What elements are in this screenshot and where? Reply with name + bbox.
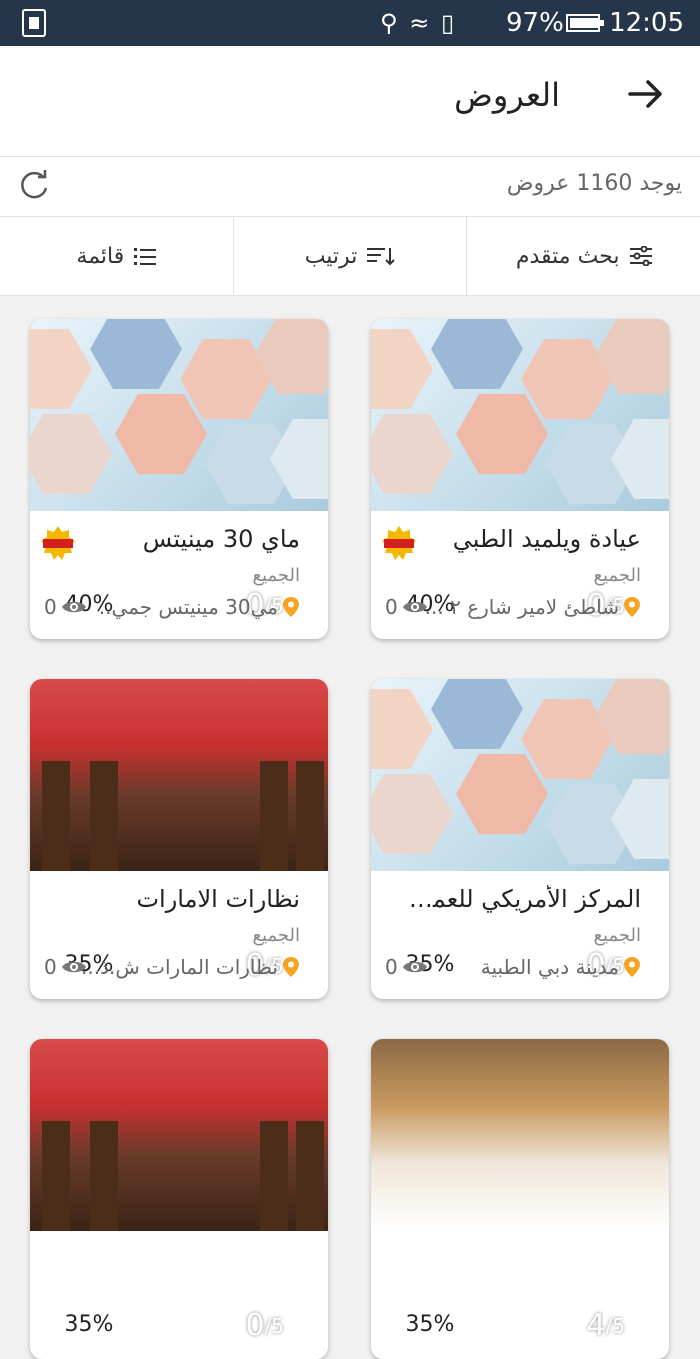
location-pin-icon xyxy=(283,597,299,617)
discount-badge: 35% xyxy=(50,1303,128,1345)
offer-card[interactable]: 35% 0/5 نظارات الامارات الجميع نظارات المارا… xyxy=(30,679,328,999)
battery-icon xyxy=(566,14,604,32)
view-count-value: 0 xyxy=(385,595,398,619)
offer-name: ماي 30 مينيتس xyxy=(142,525,300,553)
collage-tile xyxy=(371,414,453,494)
offer-name: عيادة ويلميد الطبي xyxy=(452,525,641,553)
rating-value: 0 xyxy=(245,1308,265,1343)
eye-icon xyxy=(402,601,427,613)
store-shelf xyxy=(296,1121,324,1231)
location-pin-icon xyxy=(624,957,640,977)
offer-category: الجميع xyxy=(252,565,300,586)
offer-category: الجميع xyxy=(593,565,641,586)
results-bar: يوجد 1160 عروض xyxy=(0,157,700,217)
store-shelf xyxy=(260,1121,288,1231)
rating-scale: /5 xyxy=(605,1313,625,1338)
collage-tile xyxy=(456,754,548,834)
offer-category: الجميع xyxy=(593,925,641,946)
filter-bar: قائمة ترتيب بحث متقدم xyxy=(0,217,700,296)
offer-image xyxy=(371,1039,669,1231)
view-count-value: 0 xyxy=(385,955,398,979)
sort-icon xyxy=(367,248,396,266)
app-bar: العروض xyxy=(0,46,700,157)
battery-percent: 97% xyxy=(506,8,564,38)
location-text: مي30 مينيتس جمي.. xyxy=(98,595,278,619)
star-icon xyxy=(631,1313,655,1336)
advanced-search-button[interactable]: بحث متقدم xyxy=(466,217,700,295)
back-arrow-icon[interactable] xyxy=(626,74,666,114)
collage-tile xyxy=(371,689,433,769)
collage-tile xyxy=(371,774,453,854)
offer-card[interactable]: 35% 4/5 xyxy=(371,1039,669,1359)
discount-badge: 35% xyxy=(391,1303,469,1345)
collage-tile xyxy=(456,394,548,474)
clock: 12:05 xyxy=(609,8,684,38)
refresh-icon[interactable] xyxy=(16,168,52,204)
view-count: 0 xyxy=(44,595,87,619)
view-count-value: 0 xyxy=(44,595,57,619)
store-shelf xyxy=(42,761,70,871)
offer-location: شاطئ لامير شارع ٢ ... xyxy=(425,595,641,619)
store-shelf xyxy=(42,1121,70,1231)
offer-location: مدينة دبي الطبية xyxy=(481,955,641,979)
offer-location: نظارات المارات ش.ذ... xyxy=(81,955,300,979)
store-shelf xyxy=(90,761,118,871)
collage-tile xyxy=(30,414,112,494)
rating: 4/5 xyxy=(586,1308,657,1343)
collage-tile xyxy=(115,394,207,474)
offer-card[interactable]: 40% 0/5 ماي 30 مينيتس الجميع مي30 مينيتس جمي… xyxy=(30,319,328,639)
list-view-button[interactable]: قائمة xyxy=(0,217,233,295)
view-count: 0 xyxy=(385,955,428,979)
collage-tile xyxy=(90,319,182,389)
offer-card[interactable]: 35% 0/5 xyxy=(30,1039,328,1359)
offer-image xyxy=(371,679,669,871)
view-count: 0 xyxy=(385,595,428,619)
location-pin-icon xyxy=(624,597,640,617)
offer-card[interactable]: 35% 0/5 المركز الأمريكي للعمود ... الجميع مد… xyxy=(371,679,669,999)
location-text: مدينة دبي الطبية xyxy=(480,955,619,979)
offer-image xyxy=(30,319,328,511)
offer-image xyxy=(30,679,328,871)
signal-icons: ⚲ ≈ ▯ xyxy=(380,9,457,37)
rating: 0/5 xyxy=(245,1308,316,1343)
page-title: العروض xyxy=(454,76,560,114)
results-count: يوجد 1160 عروض xyxy=(506,171,682,196)
view-count: 0 xyxy=(44,955,87,979)
collage-tile xyxy=(431,679,523,749)
store-shelf xyxy=(90,1121,118,1231)
sliders-icon xyxy=(629,246,652,266)
offer-name: نظارات الامارات xyxy=(136,885,300,913)
special-badge-icon xyxy=(40,525,76,561)
special-badge-icon xyxy=(381,525,417,561)
download-icon xyxy=(22,9,46,37)
status-bar: ⚲ ≈ ▯ 97% 12:05 xyxy=(0,0,700,46)
offer-image xyxy=(30,1039,328,1231)
location-text: نظارات المارات ش.ذ... xyxy=(81,955,278,979)
star-icon xyxy=(290,1313,314,1336)
collage-tile xyxy=(371,329,433,409)
offer-category: الجميع xyxy=(252,925,300,946)
sort-label: ترتيب xyxy=(304,243,358,269)
list-view-label: قائمة xyxy=(76,243,125,269)
list-icon xyxy=(134,248,157,265)
sort-button[interactable]: ترتيب xyxy=(232,217,467,295)
location-text: شاطئ لامير شارع ٢ ... xyxy=(424,595,619,619)
collage-tile xyxy=(30,329,92,409)
store-shelf xyxy=(296,761,324,871)
offer-image xyxy=(371,319,669,511)
view-count-value: 0 xyxy=(44,955,57,979)
collage-tile xyxy=(431,319,523,389)
offer-name: المركز الأمريكي للعمود ... xyxy=(401,885,641,913)
offer-location: مي30 مينيتس جمي.. xyxy=(99,595,300,619)
store-shelf xyxy=(260,761,288,871)
rating-scale: /5 xyxy=(264,1313,284,1338)
offer-card[interactable]: 40% 0/5 عيادة ويلميد الطبي الجميع شاطئ لامير… xyxy=(371,319,669,639)
location-pin-icon xyxy=(283,957,299,977)
eye-icon xyxy=(61,961,86,973)
rating-value: 4 xyxy=(586,1308,606,1343)
eye-icon xyxy=(402,961,427,973)
eye-icon xyxy=(61,601,86,613)
advanced-search-label: بحث متقدم xyxy=(515,243,620,269)
